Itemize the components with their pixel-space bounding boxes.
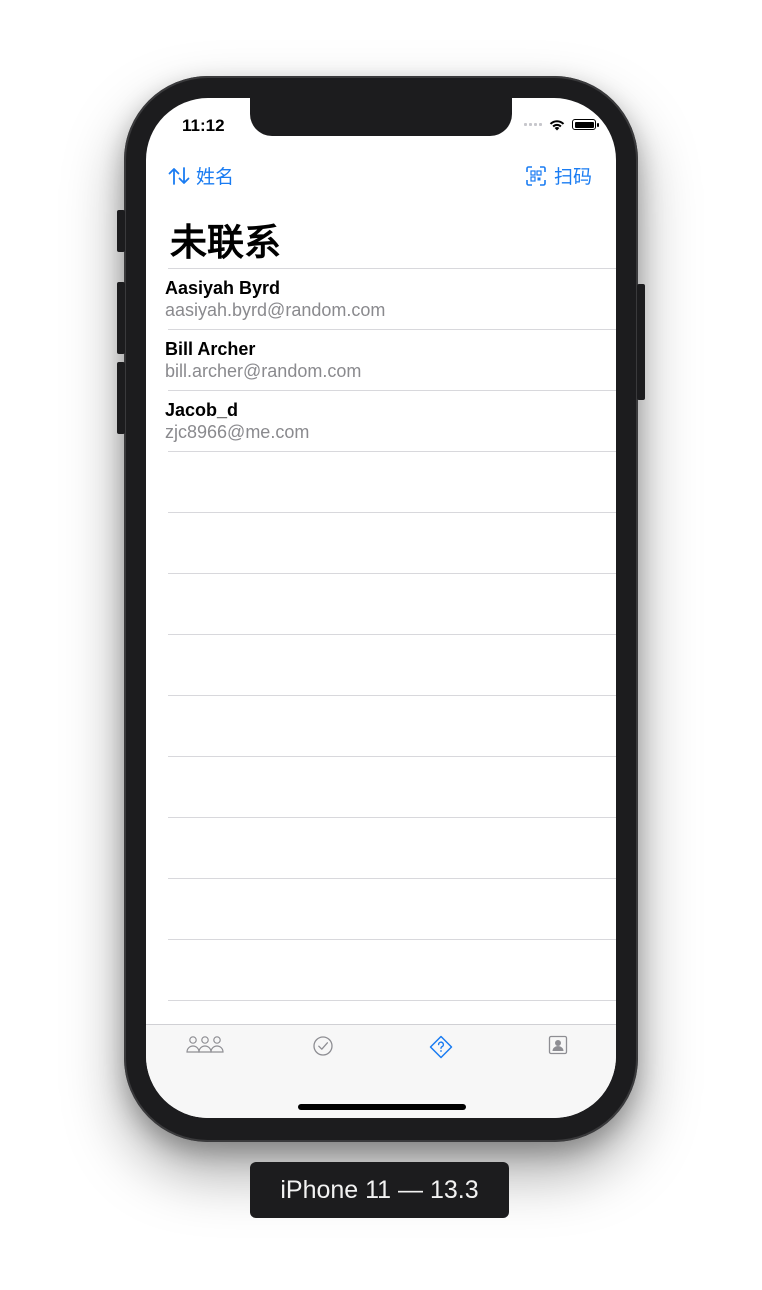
contact-row[interactable]: Bill Archer bill.archer@random.com (146, 330, 616, 390)
empty-row (146, 452, 616, 512)
contact-name: Jacob_d (165, 400, 239, 420)
device-label: iPhone 11 — 13.3 (250, 1162, 509, 1218)
contact-email: zjc8966@me.com (165, 422, 310, 442)
battery-icon (572, 119, 599, 130)
tab-done[interactable] (303, 1035, 343, 1061)
question-diamond-icon (429, 1035, 453, 1059)
status-icons (524, 118, 599, 131)
power-button (637, 284, 645, 400)
checkmark-circle-icon (313, 1036, 333, 1056)
empty-row (146, 757, 616, 817)
sort-arrows-icon (168, 166, 190, 185)
silent-switch (117, 210, 125, 252)
tab-people[interactable] (185, 1035, 225, 1061)
navigation-bar: 姓名 扫码 (146, 158, 616, 192)
notch (250, 98, 512, 136)
home-indicator (298, 1104, 466, 1110)
sort-button[interactable]: 姓名 (168, 162, 234, 189)
empty-row (146, 635, 616, 695)
tab-uncontacted[interactable] (421, 1035, 461, 1061)
contact-card-icon (548, 1035, 568, 1055)
contact-row[interactable]: Aasiyah Byrd aasiyah.byrd@random.com (146, 269, 616, 329)
contact-row[interactable]: Jacob_d zjc8966@me.com (146, 391, 616, 451)
contact-name: Aasiyah Byrd (165, 278, 281, 298)
volume-up-button (117, 282, 125, 354)
empty-row (146, 818, 616, 878)
sort-label: 姓名 (196, 167, 235, 188)
status-time: 11:12 (182, 116, 225, 135)
tab-contacts[interactable] (538, 1035, 578, 1061)
screen: 11:12 姓名 扫码 未联系 Aasiyah Byrd aasiyah.byr… (146, 98, 616, 1118)
people-icon (186, 1036, 224, 1053)
empty-row (146, 940, 616, 1000)
contact-name: Bill Archer (165, 339, 256, 359)
cellular-signal-icon (524, 123, 542, 126)
page-title: 未联系 (170, 222, 281, 263)
empty-row (146, 574, 616, 634)
contact-email: bill.archer@random.com (165, 361, 362, 381)
empty-row (146, 696, 616, 756)
wifi-icon (549, 120, 565, 131)
scan-button[interactable]: 扫码 (526, 162, 592, 189)
contact-email: aasiyah.byrd@random.com (165, 300, 386, 320)
volume-down-button (117, 362, 125, 434)
separator (168, 1000, 616, 1001)
scan-label: 扫码 (553, 167, 592, 188)
contact-list: Aasiyah Byrd aasiyah.byrd@random.com Bil… (146, 268, 616, 1001)
empty-row (146, 513, 616, 573)
qr-scan-icon (526, 165, 546, 186)
empty-row (146, 879, 616, 939)
